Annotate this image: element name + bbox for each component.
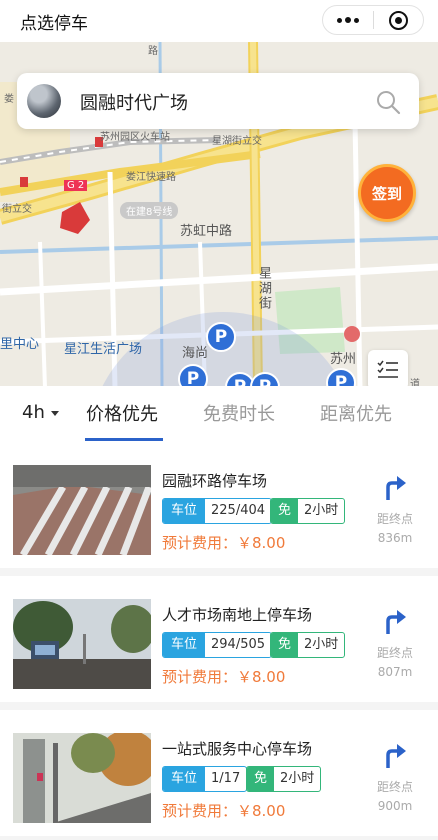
- spot-badge: 车位 225/404: [162, 498, 273, 524]
- active-tab-indicator: [85, 438, 163, 441]
- distance-value: 836m: [377, 531, 413, 545]
- distance-value: 807m: [377, 665, 413, 679]
- close-button[interactable]: [374, 6, 424, 34]
- spot-badge: 车位 294/505: [162, 632, 273, 658]
- page-title: 点选停车: [20, 14, 88, 34]
- free-time-badge: 免 2小时: [270, 632, 346, 658]
- map-label-left-top: 娄: [4, 94, 14, 105]
- free-label: 免: [271, 633, 299, 657]
- parking-photo: [13, 599, 151, 689]
- distance-label: 距终点: [376, 646, 413, 660]
- parking-photo: [13, 465, 151, 555]
- spot-label: 车位: [163, 767, 206, 791]
- tab-distance-priority[interactable]: 距离优先: [320, 400, 392, 426]
- search-icon[interactable]: [375, 89, 401, 115]
- parking-card[interactable]: 人才市场南地上停车场 车位 294/505 免 2小时 预计费用：￥8.00 距…: [0, 576, 438, 702]
- free-time-badge: 免 2小时: [246, 766, 322, 792]
- distance-value: 900m: [377, 799, 413, 813]
- destination-search-box[interactable]: 圆融时代广场: [17, 73, 419, 129]
- spot-label: 车位: [163, 499, 206, 523]
- more-dots-icon: [336, 17, 359, 23]
- spot-count: 225/404: [211, 503, 266, 518]
- parking-card[interactable]: 一站式服务中心停车场 车位 1/17 免 2小时 预计费用：￥8.00 距终点 …: [0, 710, 438, 836]
- parking-pin-icon[interactable]: P: [178, 364, 208, 388]
- map-label-haishang: 海尚: [182, 346, 209, 361]
- estimated-fee: 预计费用：￥8.00: [162, 802, 286, 820]
- distance-label: 距终点: [376, 512, 413, 526]
- parking-name: 一站式服务中心停车场: [162, 740, 313, 758]
- navigate-button[interactable]: 距终点 900m: [372, 742, 418, 813]
- spot-badge: 车位 1/17: [162, 766, 248, 792]
- mini-program-capsule: [322, 5, 424, 35]
- duration-value: 4h: [22, 402, 45, 423]
- map-label-expressway: 娄江快速路: [126, 172, 176, 183]
- parking-name: 园融环路停车场: [162, 472, 268, 490]
- map-label-station: 苏州园区火车站: [100, 132, 170, 143]
- list-toggle-button[interactable]: [368, 350, 408, 390]
- map-label-road-tag: 路: [148, 46, 158, 57]
- turn-right-arrow-icon: [386, 476, 406, 500]
- spot-label: 车位: [163, 633, 206, 657]
- caret-down-icon: [50, 410, 59, 416]
- turn-right-arrow-icon: [386, 610, 406, 634]
- map-label-suzhou: 苏州: [330, 352, 357, 367]
- estimated-fee: 预计费用：￥8.00: [162, 534, 286, 552]
- map-label-g-badge: G 2: [64, 180, 88, 191]
- list-icon: [377, 360, 398, 378]
- free-time-badge: 免 2小时: [270, 498, 346, 524]
- filter-tab-bar: 4h 价格优先 免费时长 距离优先: [0, 386, 438, 442]
- estimated-fee: 预计费用：￥8.00: [162, 668, 286, 686]
- checkin-button[interactable]: 签到: [358, 164, 416, 222]
- map-label-road-xinghu: 星湖街: [256, 266, 271, 311]
- parking-pin-icon[interactable]: P: [206, 322, 236, 352]
- top-bar: 点选停车: [0, 0, 438, 42]
- distance-label: 距终点: [376, 780, 413, 794]
- navigate-button[interactable]: 距终点 836m: [372, 474, 418, 545]
- checkin-label: 签到: [371, 184, 402, 203]
- map-label-left-interchange: 街立交: [2, 204, 32, 215]
- free-label: 免: [271, 499, 299, 523]
- destination-thumbnail: [27, 84, 61, 118]
- parking-card[interactable]: 园融环路停车场 车位 225/404 免 2小时 预计费用：￥8.00 距终点 …: [0, 442, 438, 568]
- more-button[interactable]: [323, 6, 373, 34]
- map-label-road-suhong: 苏虹中路: [180, 224, 233, 239]
- spot-count: 1/17: [211, 771, 241, 786]
- tab-free-duration[interactable]: 免费时长: [203, 400, 275, 426]
- tab-price-priority[interactable]: 价格优先: [86, 400, 158, 426]
- free-time: 2小时: [280, 771, 315, 786]
- target-icon: [388, 10, 408, 30]
- turn-right-arrow-icon: [386, 744, 406, 768]
- free-time: 2小时: [304, 637, 339, 652]
- parking-photo: [13, 733, 151, 823]
- map-label-interchange: 星湖街立交: [212, 136, 262, 147]
- map-label-center: 里中心: [0, 337, 40, 352]
- destination-text: 圆融时代广场: [80, 93, 188, 114]
- free-time: 2小时: [304, 503, 339, 518]
- navigate-button[interactable]: 距终点 807m: [372, 608, 418, 679]
- map-label-plaza: 星江生活广场: [64, 342, 143, 357]
- parking-name: 人才市场南地上停车场: [162, 606, 313, 624]
- map-label-construction: 在建8号线: [120, 202, 179, 219]
- spot-count: 294/505: [211, 637, 266, 652]
- duration-selector[interactable]: 4h: [22, 402, 59, 423]
- free-label: 免: [247, 767, 275, 791]
